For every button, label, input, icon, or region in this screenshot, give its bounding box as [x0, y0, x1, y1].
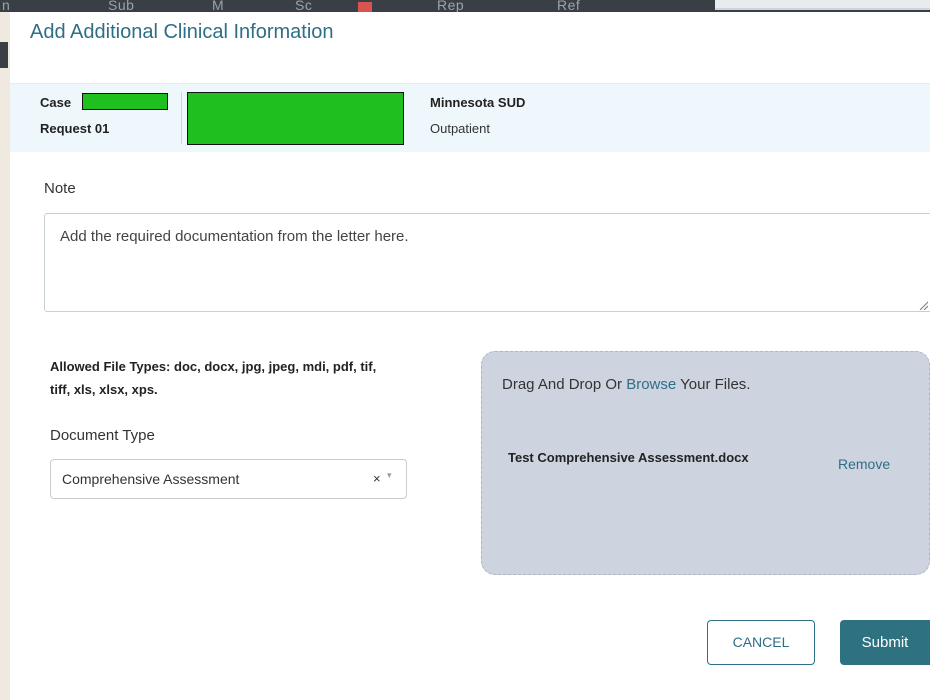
request-label: Request 01 — [40, 121, 110, 136]
resize-grip-icon[interactable] — [918, 300, 928, 310]
program-type: Outpatient — [430, 121, 490, 136]
remove-file-link[interactable]: Remove — [838, 456, 890, 472]
submit-button[interactable]: Submit — [840, 620, 930, 665]
allowed-file-types: Allowed File Types: doc, docx, jpg, jpeg… — [50, 359, 377, 397]
background-left-mark — [0, 42, 8, 68]
background-nav-tabs: n Sub M Sc Rep Ref — [0, 0, 720, 13]
background-left-edge — [0, 12, 10, 700]
redacted-member-info — [187, 92, 404, 145]
document-type-value: Comprehensive Assessment — [62, 471, 240, 487]
dropzone-instructions: Drag And Drop Or Browse Your Files. — [502, 376, 750, 393]
file-dropzone[interactable]: Drag And Drop Or Browse Your Files. Test… — [481, 351, 930, 575]
case-divider — [181, 92, 182, 144]
modal-title: Add Additional Clinical Information — [30, 21, 334, 43]
clear-icon[interactable]: × — [373, 471, 381, 486]
dropzone-text-before: Drag And Drop Or — [502, 376, 627, 393]
note-textarea[interactable]: Add the required documentation from the … — [44, 213, 930, 312]
uploaded-file-name: Test Comprehensive Assessment.docx — [508, 450, 749, 465]
background-notification-badge — [358, 2, 372, 12]
browse-link[interactable]: Browse — [626, 376, 676, 393]
redacted-case-number — [82, 93, 168, 110]
background-search-box — [715, 0, 930, 10]
cancel-button[interactable]: CANCEL — [707, 620, 815, 665]
case-label: Case — [40, 95, 72, 110]
note-label: Note — [44, 180, 76, 197]
document-type-select[interactable]: Comprehensive Assessment × ▾ — [50, 459, 407, 499]
case-info-strip: Case Request 01 Minnesota SUD Outpatient — [10, 83, 930, 152]
dropzone-text-after: Your Files. — [676, 376, 751, 393]
program-name: Minnesota SUD — [430, 95, 526, 110]
document-type-label: Document Type — [50, 427, 155, 444]
chevron-down-icon[interactable]: ▾ — [387, 470, 392, 481]
